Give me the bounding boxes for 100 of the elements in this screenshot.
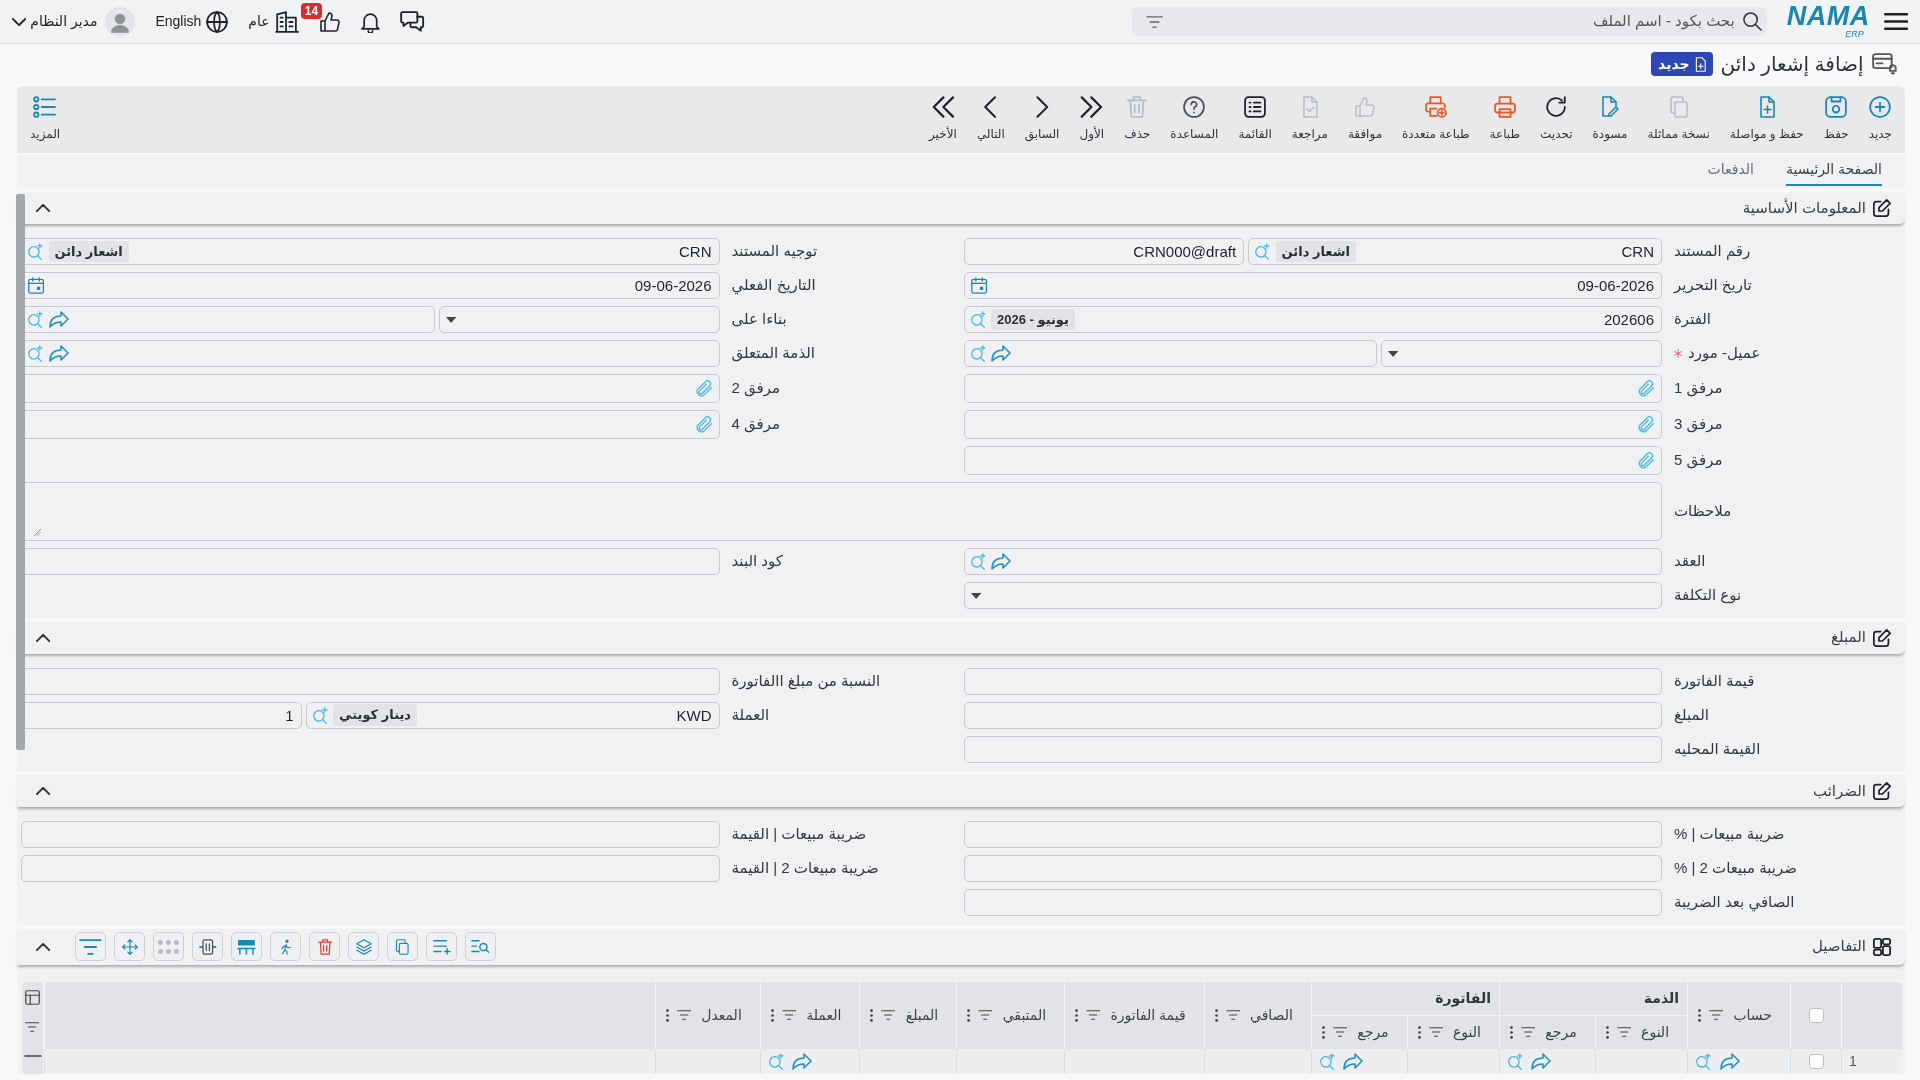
chevron-up-icon[interactable] xyxy=(36,942,51,951)
print-button[interactable]: طباعة xyxy=(1479,86,1531,153)
input-field[interactable] xyxy=(963,701,1662,729)
more-button[interactable]: المزيد xyxy=(20,86,71,153)
refresh-button[interactable]: تحديث xyxy=(1530,86,1583,153)
search-plus-icon[interactable] xyxy=(28,311,44,328)
row-checkbox[interactable] xyxy=(1808,1053,1824,1069)
column-header[interactable]: الصافي xyxy=(1249,1004,1293,1026)
share-arrow-icon[interactable] xyxy=(48,345,69,362)
next-button[interactable]: التالي xyxy=(966,86,1015,153)
save-button[interactable]: حفظ xyxy=(1813,86,1859,153)
filter-icon[interactable] xyxy=(781,1010,797,1020)
column-header[interactable]: حساب xyxy=(1733,1004,1772,1026)
grid-tool-button[interactable] xyxy=(309,932,341,961)
previous-button[interactable]: السابق xyxy=(1014,86,1070,153)
search-plus-icon[interactable] xyxy=(1696,1052,1712,1070)
share-arrow-icon[interactable] xyxy=(792,1052,813,1070)
kebab-icon[interactable] xyxy=(1417,1025,1421,1039)
filter-icon[interactable] xyxy=(1333,1027,1348,1038)
filter-icon[interactable] xyxy=(1086,1010,1101,1020)
new-button[interactable]: جديد xyxy=(1858,86,1902,153)
list-button[interactable]: القائمة xyxy=(1228,86,1282,153)
field-value[interactable]: 202606 xyxy=(1079,307,1655,332)
select-all-checkbox[interactable] xyxy=(1808,1007,1824,1023)
column-header[interactable]: النوع xyxy=(1453,1021,1481,1043)
grid-tool-button[interactable] xyxy=(348,932,380,961)
search-plus-icon[interactable] xyxy=(1319,1052,1336,1070)
first-button[interactable]: الأول xyxy=(1069,86,1115,153)
field-value[interactable]: CRN xyxy=(1360,239,1655,264)
kebab-icon[interactable] xyxy=(1214,1008,1218,1022)
attachment-field[interactable] xyxy=(963,446,1662,475)
filter-icon[interactable] xyxy=(1225,1010,1240,1020)
input-field[interactable] xyxy=(963,667,1662,695)
paperclip-icon[interactable] xyxy=(1638,452,1655,469)
search-plus-icon[interactable] xyxy=(970,345,986,362)
grid-tool-button[interactable] xyxy=(465,932,497,961)
field-value[interactable]: CRN xyxy=(133,239,713,264)
kebab-icon[interactable] xyxy=(1075,1008,1079,1022)
search-plus-icon[interactable] xyxy=(970,311,986,328)
kebab-icon[interactable] xyxy=(1509,1025,1514,1039)
share-arrow-icon[interactable] xyxy=(1531,1052,1552,1070)
paperclip-icon[interactable] xyxy=(695,380,713,397)
paperclip-icon[interactable] xyxy=(1638,380,1655,397)
share-arrow-icon[interactable] xyxy=(991,345,1011,362)
lookup-field[interactable] xyxy=(963,340,1378,367)
tab[interactable]: الصفحة الرئيسية xyxy=(1785,155,1882,186)
select-field[interactable] xyxy=(963,582,1662,609)
filter-icon[interactable] xyxy=(1521,1027,1536,1038)
input-field[interactable] xyxy=(21,821,720,848)
search-plus-icon[interactable] xyxy=(28,243,44,260)
paperclip-icon[interactable] xyxy=(1638,416,1655,433)
chat-icon[interactable] xyxy=(399,10,426,33)
filter-icon[interactable] xyxy=(881,1010,896,1020)
resize-grip-icon[interactable] xyxy=(34,529,41,536)
filter-icon[interactable] xyxy=(25,1021,40,1032)
company-button[interactable]: عام xyxy=(248,10,299,33)
caret-down-icon[interactable] xyxy=(1388,350,1399,357)
input-field[interactable] xyxy=(963,821,1662,848)
filter-icon[interactable] xyxy=(1145,15,1163,28)
language-button[interactable]: English xyxy=(155,10,229,33)
paperclip-icon[interactable] xyxy=(695,416,713,433)
search-plus-icon[interactable] xyxy=(312,706,329,724)
column-header[interactable]: المبلغ xyxy=(905,1004,939,1026)
grid-tool-button[interactable] xyxy=(426,932,458,961)
search-icon[interactable] xyxy=(1742,12,1762,31)
kebab-icon[interactable] xyxy=(1321,1025,1325,1039)
grid-tool-button[interactable] xyxy=(114,932,146,961)
search-plus-icon[interactable] xyxy=(28,345,44,362)
grid-tool-button[interactable] xyxy=(75,932,107,961)
input-field[interactable] xyxy=(963,735,1662,763)
grid-tool-button[interactable] xyxy=(231,932,263,961)
chevron-up-icon[interactable] xyxy=(36,633,51,642)
minus-icon[interactable] xyxy=(23,1054,42,1057)
grid-tool-button[interactable] xyxy=(192,932,224,961)
kebab-icon[interactable] xyxy=(967,1008,971,1022)
search-plus-icon[interactable] xyxy=(1255,243,1271,260)
share-arrow-icon[interactable] xyxy=(1719,1052,1740,1070)
chevron-up-icon[interactable] xyxy=(36,787,51,795)
calendar-icon[interactable] xyxy=(28,277,45,294)
search-plus-icon[interactable] xyxy=(970,553,986,570)
search-plus-icon[interactable] xyxy=(1507,1052,1524,1070)
search-input[interactable]: بحث بكود - اسم الملف xyxy=(1168,9,1737,34)
kebab-icon[interactable] xyxy=(870,1008,874,1022)
column-header[interactable]: المتبقي xyxy=(1002,1004,1047,1026)
attachment-field[interactable] xyxy=(963,374,1662,403)
input-field[interactable] xyxy=(963,889,1662,916)
tab[interactable]: الدفعات xyxy=(1707,155,1754,186)
share-arrow-icon[interactable] xyxy=(1343,1052,1364,1070)
input-field[interactable] xyxy=(963,855,1662,882)
kebab-icon[interactable] xyxy=(1698,1008,1702,1022)
input-field[interactable] xyxy=(21,855,720,882)
column-header[interactable]: المعدل xyxy=(701,1004,742,1026)
save-continue-button[interactable]: حفظ و مواصلة xyxy=(1719,86,1814,153)
table-icon[interactable] xyxy=(25,989,40,1005)
field-value[interactable]: KWD xyxy=(422,702,713,728)
bell-icon[interactable] xyxy=(360,10,380,33)
filter-icon[interactable] xyxy=(1616,1027,1632,1038)
user-menu-button[interactable]: مدير النظام xyxy=(12,6,136,37)
kebab-icon[interactable] xyxy=(770,1008,774,1022)
filter-icon[interactable] xyxy=(676,1010,692,1020)
